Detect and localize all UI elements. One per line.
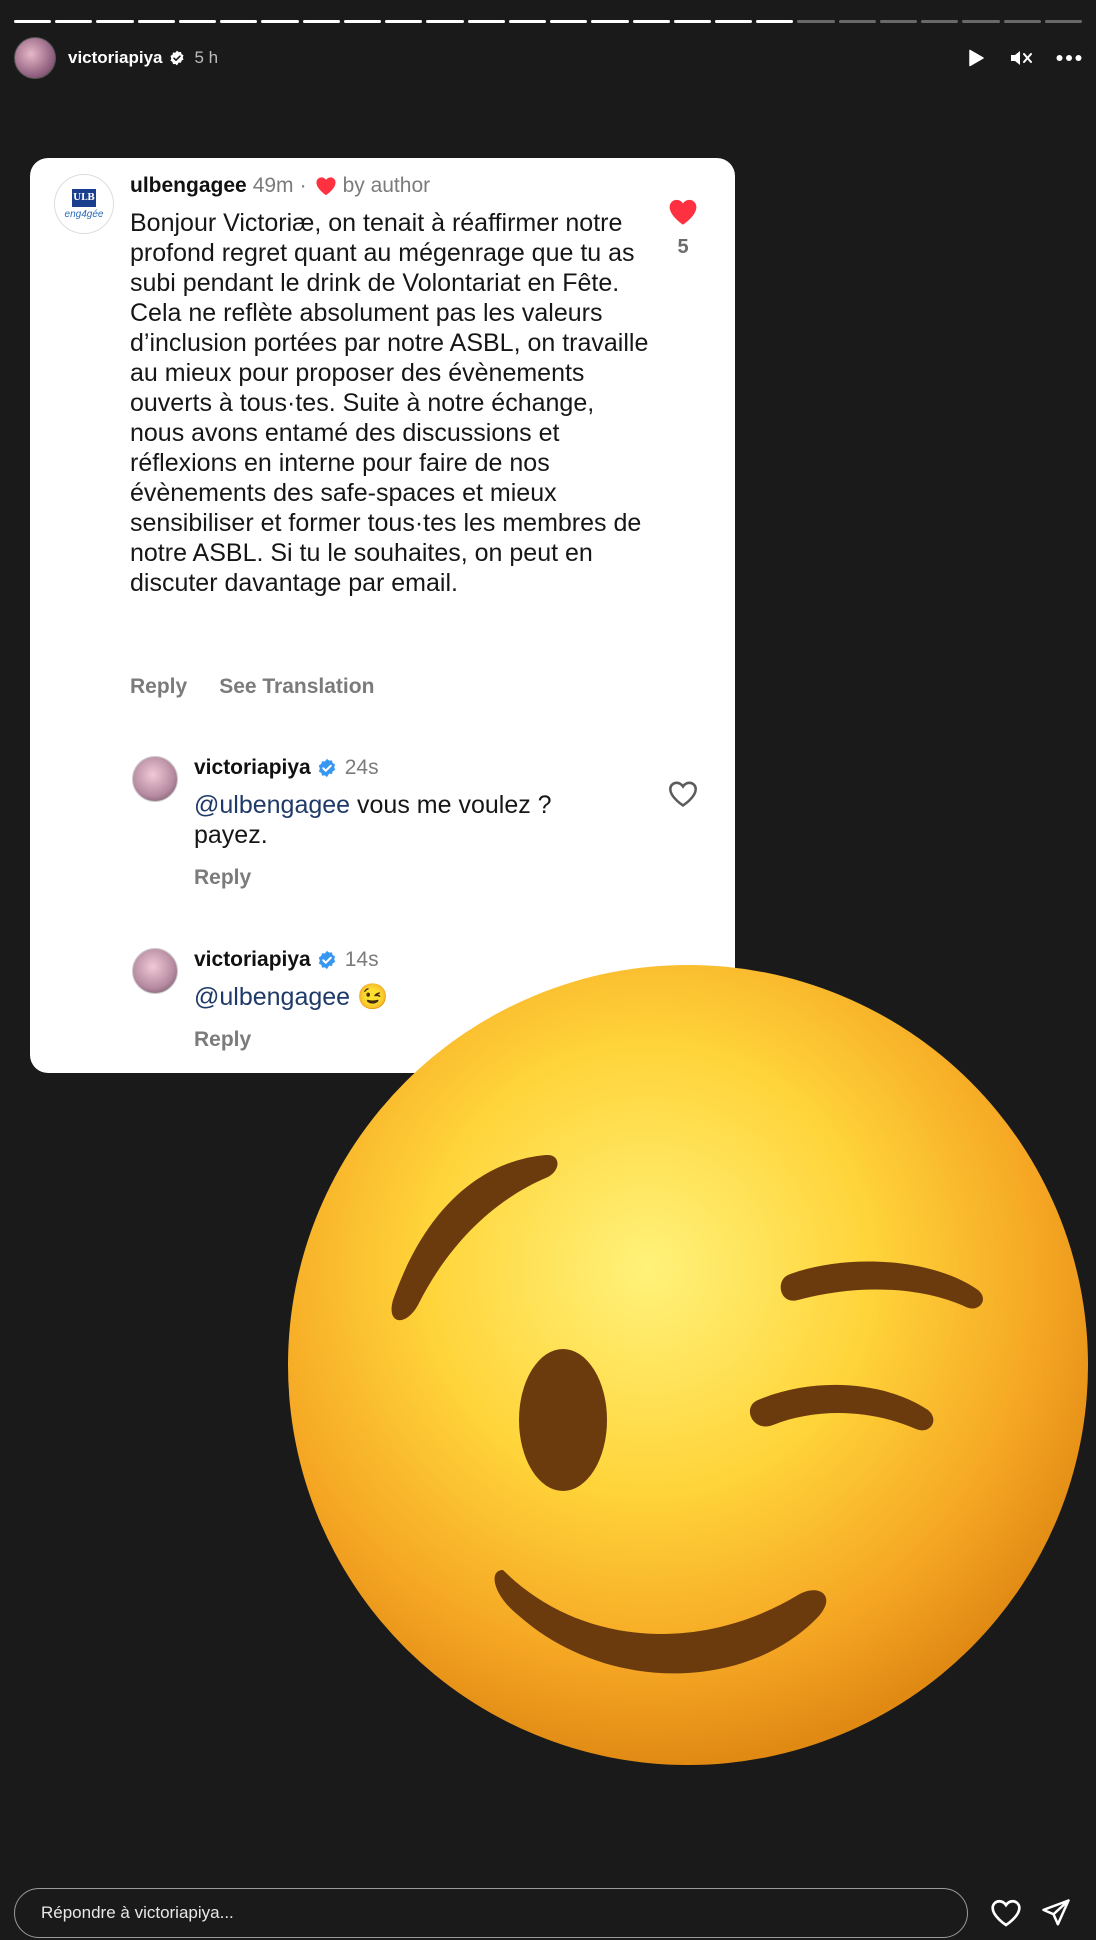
meta-separator: · [299,174,307,197]
reply-button[interactable]: Reply [194,866,251,890]
play-icon[interactable] [966,48,986,68]
reply-username[interactable]: victoriapiya [194,756,311,780]
reply-avatar[interactable] [132,948,178,994]
reply-button[interactable]: Reply [194,1028,251,1052]
like-heart-filled-icon[interactable] [667,198,699,226]
header-username[interactable]: victoriapiya [68,48,163,68]
story-progress-segment [426,20,464,23]
story-progress-segment [508,20,547,23]
ulb-logo: ULB [72,188,96,207]
verified-badge-icon [169,50,184,66]
story-progress-segment [714,20,753,23]
story-progress-segment [632,20,670,23]
story-progress-segment [838,20,876,23]
story-progress-segment [673,20,711,23]
like-count: 5 [677,236,689,258]
ulb-engagee-avatar[interactable]: ULB eng4gée [54,174,114,234]
story-progress-segment [550,20,588,23]
more-options-icon[interactable] [1056,54,1082,62]
story-progress-segment [385,20,423,23]
comment-username[interactable]: ulbengagee [130,174,247,198]
reply-button[interactable]: Reply [130,675,187,699]
story-progress-segment [96,20,134,23]
story-progress-segment [55,20,93,23]
story-progress-segment [14,20,52,23]
story-progress-segment [178,20,217,23]
story-footer [0,1888,1096,1940]
comment-time: 49m [252,174,294,197]
muted-speaker-icon[interactable] [1010,48,1032,68]
story-progress-segment [879,20,918,23]
story-reply-input[interactable] [14,1888,968,1938]
verified-badge-icon [318,758,335,778]
winking-face-emoji-sticker [288,965,1088,1765]
avatar[interactable] [14,37,56,79]
author-liked-heart-icon [316,177,336,196]
story-progress-segment [1003,20,1041,23]
comment-meta: ulbengagee 49m · by author [130,174,430,198]
post-time: 5 h [194,48,219,67]
send-icon[interactable] [1040,1898,1072,1928]
comment-body: Bonjour Victoriæ, on tenait à réaffirmer… [130,209,649,597]
mention-link[interactable]: @ulbengagee [194,791,350,819]
story-progress-segment [921,20,959,23]
story-progress-segment [137,20,175,23]
story-progress-segment [756,20,794,23]
story-header: victoriapiya 5 h [14,36,1082,80]
story-progress-segment [220,20,258,23]
reply-text: @ulbengagee vous me voulez ? payez. [194,790,614,850]
heart-outline-icon[interactable] [990,1898,1022,1928]
reply-meta: victoriapiya 24s [194,756,379,780]
liked-by-author-label: by author [342,174,431,197]
reply-avatar[interactable] [132,756,178,802]
like-heart-outline-icon[interactable] [667,780,699,808]
reply-time: 24s [344,756,379,779]
story-progress-bar [14,20,1083,23]
comment-screenshot-card: ULB eng4gée ulbengagee 49m · by author B… [30,158,735,1073]
story-progress-segment [591,20,629,23]
ulb-logo-subtitle: eng4gée [64,208,104,220]
story-progress-segment [302,20,340,23]
story-progress-segment [962,20,1000,23]
story-progress-segment [261,20,299,23]
story-progress-segment [1044,20,1083,23]
story-progress-segment [797,20,835,23]
story-progress-segment [343,20,382,23]
story-progress-segment [467,20,505,23]
see-translation-button[interactable]: See Translation [219,675,374,699]
